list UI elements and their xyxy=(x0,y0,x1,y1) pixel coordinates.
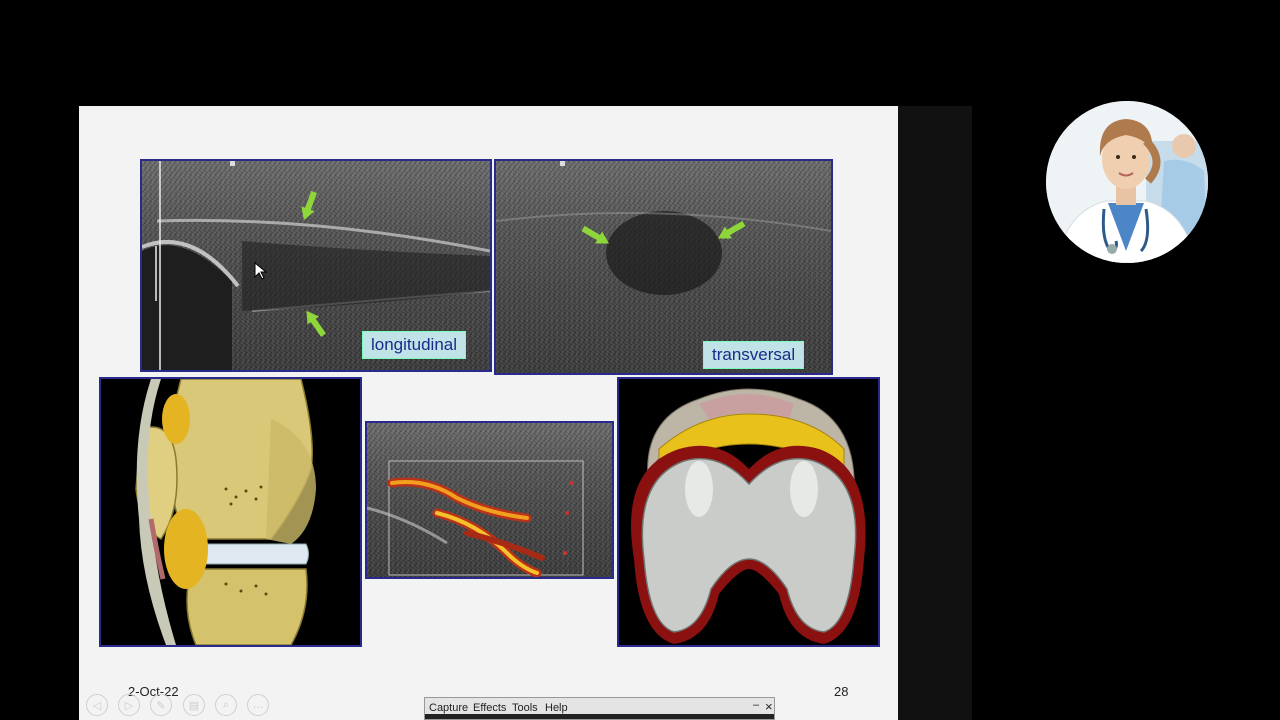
transversal-label: transversal xyxy=(703,341,805,369)
slide-page-number: 28 xyxy=(834,684,849,699)
knee-anatomy-illustration xyxy=(99,377,362,647)
prev-icon[interactable]: ◁ xyxy=(86,694,108,716)
menu-capture[interactable]: Capture xyxy=(429,702,468,714)
doppler-ultrasound xyxy=(365,421,614,579)
close-icon[interactable]: × xyxy=(765,699,773,714)
doctor-avatar xyxy=(1046,101,1208,263)
menu-help[interactable]: Help xyxy=(545,702,568,714)
longitudinal-label: longitudinal xyxy=(362,331,467,359)
pen-icon[interactable]: ✎ xyxy=(150,694,172,716)
capture-menubar: Capture Effects Tools Help – × xyxy=(424,697,775,720)
capture-strip xyxy=(425,714,774,719)
zoom-icon[interactable]: ⌕ xyxy=(215,694,237,716)
side-strip xyxy=(898,106,972,720)
ultrasound-longitudinal: longitudinal xyxy=(140,159,492,372)
menu-effects[interactable]: Effects xyxy=(473,702,506,714)
slides-icon[interactable]: ▤ xyxy=(183,694,205,716)
more-icon[interactable]: … xyxy=(247,694,269,716)
femur-condyle-illustration xyxy=(617,377,880,647)
minimize-icon[interactable]: – xyxy=(753,699,759,711)
next-icon[interactable]: ▷ xyxy=(118,694,140,716)
ultrasound-transversal: transversal xyxy=(494,159,833,375)
mouse-cursor-icon xyxy=(254,262,268,280)
doppler-ultrasound-graphic xyxy=(367,460,584,577)
menu-tools[interactable]: Tools xyxy=(512,702,538,714)
